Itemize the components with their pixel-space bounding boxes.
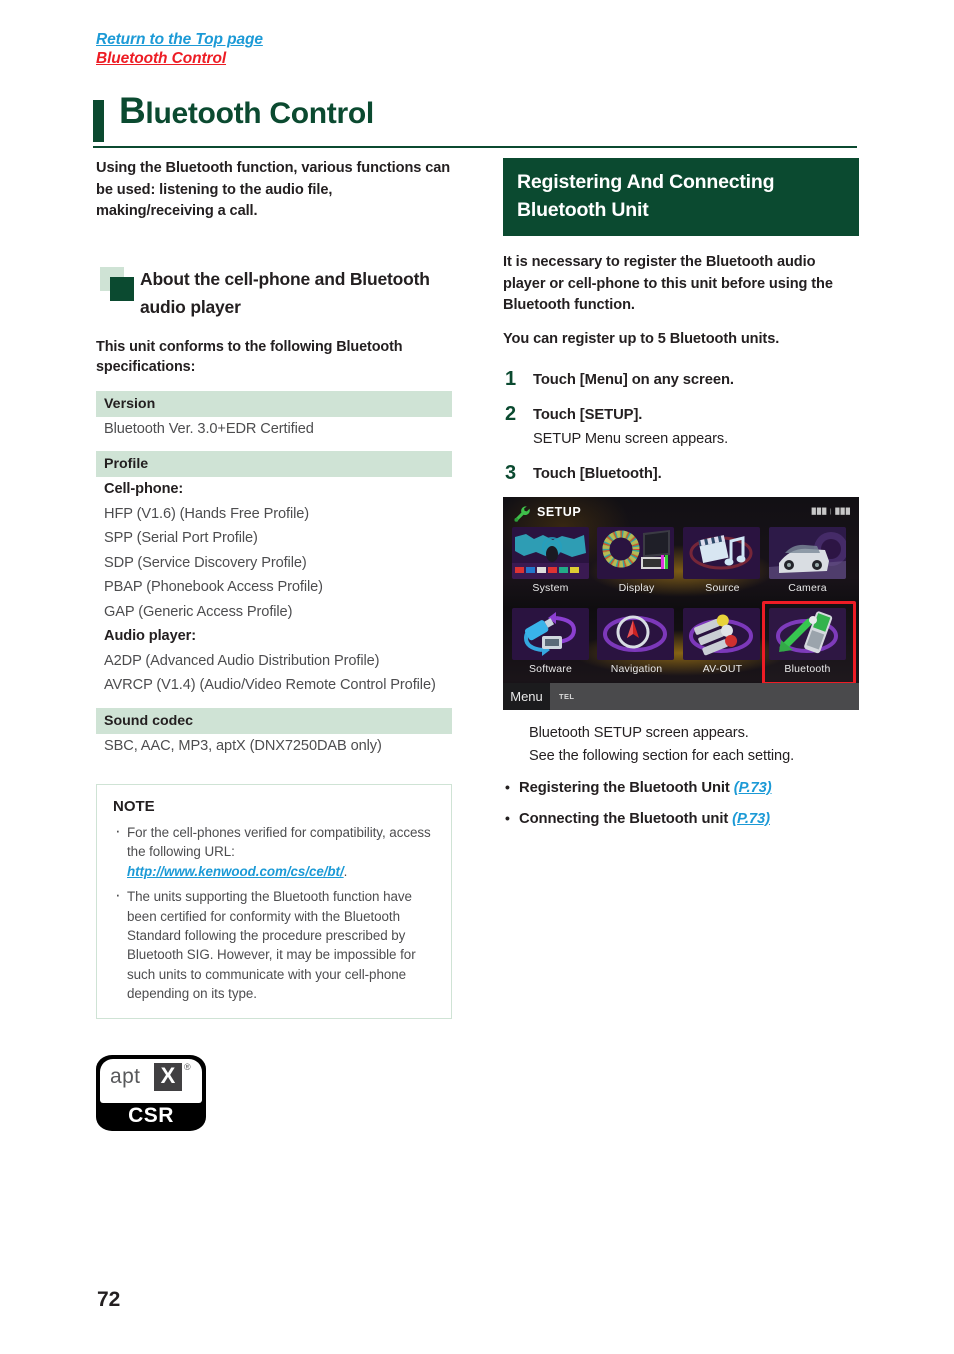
note-item: For the cell-phones verified for compati…: [113, 821, 437, 881]
subsection-heading-label: About the cell-phone and Bluetooth audio…: [140, 268, 430, 317]
spec-value: SBC, AAC, MP3, aptX (DNX7250DAB only): [104, 737, 382, 754]
bluetooth-highlight-box: [762, 601, 856, 685]
tile-label: System: [532, 582, 569, 594]
screen-bottom-bar: [503, 683, 859, 710]
list-item: Connecting the Bluetooth unit (P.73): [503, 808, 859, 830]
list-item: Registering the Bluetooth Unit (P.73): [503, 777, 859, 799]
caption-line: See the following section for each setti…: [529, 748, 795, 764]
spec-value: Audio player:: [104, 628, 196, 644]
page-title-block: Bluetooth Control: [93, 92, 857, 155]
page-title-rest: luetooth Control: [145, 97, 374, 130]
title-divider: [93, 146, 857, 149]
step-list: 1 Touch [Menu] on any screen. 2 Touch [S…: [503, 368, 859, 485]
breadcrumb-current-link[interactable]: Bluetooth Control: [96, 49, 226, 68]
screenshot-caption: Bluetooth SETUP screen appears. See the …: [503, 722, 859, 768]
registered-trademark-icon: ®: [184, 1061, 191, 1072]
intro-paragraph: Using the Bluetooth function, various fu…: [96, 160, 451, 219]
step-item: 2 Touch [SETUP]. SETUP Menu screen appea…: [503, 403, 859, 450]
return-to-top-link[interactable]: Return to the Top page: [96, 30, 263, 49]
square-front-icon: [110, 276, 134, 301]
tile-label: AV-OUT: [702, 663, 743, 675]
camera-tile-icon: [769, 527, 846, 579]
tile-label: Source: [705, 582, 740, 594]
tile-system[interactable]: [512, 527, 589, 579]
tile-label: Camera: [788, 582, 827, 594]
wrench-icon: [514, 506, 530, 522]
title-accent-bar: [93, 100, 104, 142]
page-reference-link[interactable]: (P.73): [732, 811, 770, 827]
screen-title: SETUP: [537, 505, 582, 519]
right-column: Registering And Connecting Bluetooth Uni…: [503, 158, 859, 830]
step-item: 3 Touch [Bluetooth].: [503, 462, 859, 485]
spec-value: Cell-phone:: [104, 481, 184, 497]
source-tile-icon: [683, 527, 760, 579]
spec-value: PBAP (Phonebook Access Profile): [104, 579, 323, 595]
tile-label: Navigation: [610, 663, 663, 675]
tile-label: Display: [618, 582, 655, 594]
menu-button[interactable]: Menu: [503, 683, 550, 710]
tel-label: TEL: [559, 692, 575, 701]
reference-list: Registering the Bluetooth Unit (P.73) Co…: [503, 777, 859, 830]
av-out-tile-icon: [683, 608, 760, 660]
section-paragraph-2: You can register up to 5 Bluetooth units…: [503, 330, 780, 347]
spec-value: SDP (Service Discovery Profile): [104, 554, 307, 571]
step-number: 1: [505, 368, 517, 390]
system-tile-icon: [512, 527, 589, 579]
display-tile-icon: [597, 527, 674, 579]
spec-header-sound-codec: Sound codec: [96, 707, 452, 734]
note-title: NOTE: [113, 798, 155, 815]
caption-line: Bluetooth SETUP screen appears.: [529, 725, 749, 741]
spec-table: Version Bluetooth Ver. 3.0+EDR Certified…: [96, 390, 452, 759]
page-title-initial: B: [119, 90, 146, 131]
step-title: Touch [SETUP].: [533, 407, 643, 423]
page-title: Bluetooth Control: [119, 92, 374, 131]
tile-camera[interactable]: [769, 527, 846, 579]
navigation-tile-icon: [597, 608, 674, 660]
breadcrumb: Return to the Top page Bluetooth Control: [96, 30, 596, 68]
left-column: Using the Bluetooth function, various fu…: [96, 158, 452, 1131]
reference-label: Connecting the Bluetooth unit: [519, 811, 733, 827]
spec-value: HFP (V1.6) (Hands Free Profile): [104, 505, 310, 522]
tile-av-out[interactable]: [683, 608, 760, 660]
aptx-x-glyph: X: [160, 1062, 176, 1088]
step-number: 2: [505, 403, 517, 425]
signal-indicator-icon: ███ | ███: [811, 509, 851, 515]
subsection-heading: About the cell-phone and Bluetooth audio…: [96, 265, 452, 321]
page-reference-link[interactable]: (P.73): [734, 780, 772, 796]
note-item-text-end: .: [343, 863, 348, 879]
document-page: Return to the Top page Bluetooth Control…: [0, 0, 954, 1354]
step-title: Touch [Bluetooth].: [533, 466, 662, 482]
step-description: SETUP Menu screen appears.: [533, 431, 729, 447]
spec-value: SPP (Serial Port Profile): [104, 530, 258, 546]
note-item: The units supporting the Bluetooth funct…: [113, 885, 437, 1003]
spec-intro-text: This unit conforms to the following Blue…: [96, 338, 403, 375]
step-number: 3: [505, 462, 517, 484]
tile-display[interactable]: [597, 527, 674, 579]
step-title: Touch [Menu] on any screen.: [533, 372, 734, 388]
page-number: 72: [97, 1288, 121, 1311]
spec-header-version: Version: [96, 390, 452, 417]
tile-source[interactable]: [683, 527, 760, 579]
setup-screen-screenshot: SETUP ███ | ███ System Display Source Ca…: [503, 497, 859, 710]
spec-value: AVRCP (V1.4) (Audio/Video Remote Control…: [104, 677, 436, 693]
spec-header-profile: Profile: [96, 451, 452, 477]
reference-label: Registering the Bluetooth Unit: [519, 780, 734, 796]
csr-wordmark: CSR: [128, 1103, 174, 1127]
tile-software[interactable]: [512, 608, 589, 660]
spec-value: GAP (Generic Access Profile): [104, 603, 293, 620]
software-tile-icon: [512, 608, 589, 660]
tile-navigation[interactable]: [597, 608, 674, 660]
note-box: NOTE For the cell-phones verified for co…: [96, 784, 452, 1019]
section-paragraph-1: It is necessary to register the Bluetoot…: [503, 254, 833, 313]
note-item-text: For the cell-phones verified for compati…: [127, 825, 431, 860]
aptx-csr-logo: apt X ® CSR: [96, 1054, 206, 1131]
kenwood-url-link[interactable]: http://www.kenwood.com/cs/ce/bt/: [127, 864, 344, 879]
step-item: 1 Touch [Menu] on any screen.: [503, 368, 859, 391]
spec-value: Bluetooth Ver. 3.0+EDR Certified: [104, 420, 314, 437]
section-title-banner: Registering And Connecting Bluetooth Uni…: [503, 158, 859, 236]
tile-label: Software: [528, 663, 573, 675]
aptx-wordmark: apt: [110, 1064, 141, 1088]
spec-value: A2DP (Advanced Audio Distribution Profil…: [104, 652, 380, 669]
